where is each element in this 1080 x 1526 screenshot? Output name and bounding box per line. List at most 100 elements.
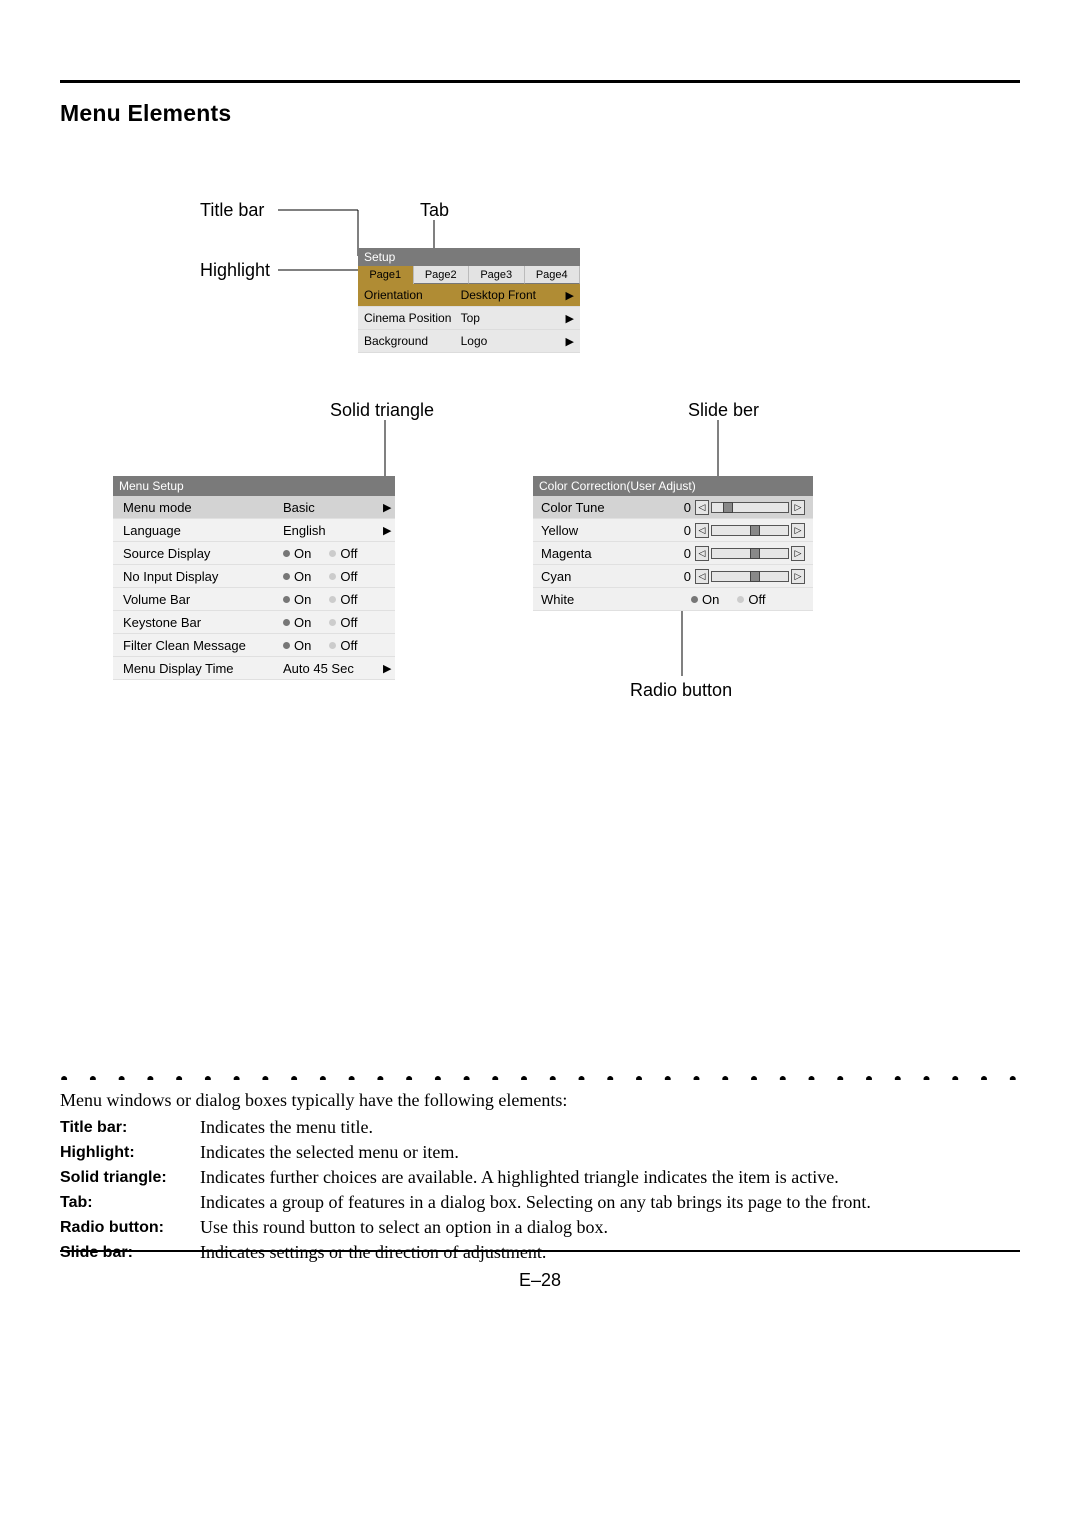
slider[interactable]: ◁▷ <box>695 546 805 561</box>
menu-setup-row[interactable]: Menu Display TimeAuto 45 Sec▶ <box>113 657 395 680</box>
slider-value: 0 <box>671 546 695 561</box>
description-def: Indicates a group of features in a dialo… <box>200 1190 1020 1215</box>
radio-off[interactable]: Off <box>329 615 357 630</box>
rule-top <box>60 80 1020 83</box>
radio-label: On <box>294 569 311 584</box>
callout-title-bar: Title bar <box>200 200 264 221</box>
menu-setup-row[interactable]: No Input DisplayOnOff <box>113 565 395 588</box>
radio-on[interactable]: On <box>283 615 311 630</box>
menu-setup-row[interactable]: LanguageEnglish▶ <box>113 519 395 542</box>
callout-solid-triangle: Solid triangle <box>330 400 434 421</box>
slider[interactable]: ◁▷ <box>695 523 805 538</box>
radio-label: Off <box>748 592 765 607</box>
radio-bullet <box>329 573 336 580</box>
description-row: Tab:Indicates a group of features in a d… <box>60 1190 1020 1215</box>
label: Magenta <box>541 546 671 561</box>
label: Background <box>364 334 461 348</box>
description-row: Radio button:Use this round button to se… <box>60 1215 1020 1240</box>
slider-right-icon[interactable]: ▷ <box>791 523 805 538</box>
color-correction-row[interactable]: Magenta0◁▷ <box>533 542 813 565</box>
radio-bullet <box>329 596 336 603</box>
slider[interactable]: ◁▷ <box>695 569 805 584</box>
label: Cinema Position <box>364 311 461 325</box>
radio-on[interactable]: On <box>283 638 311 653</box>
radio-on[interactable]: On <box>283 569 311 584</box>
label: Color Tune <box>541 500 671 515</box>
radio-label: Off <box>340 592 357 607</box>
radio-label: On <box>294 592 311 607</box>
color-correction-row[interactable]: Cyan0◁▷ <box>533 565 813 588</box>
callout-slide-bar: Slide ber <box>688 400 759 421</box>
triangle-icon: ▶ <box>383 524 391 537</box>
description-def: Indicates further choices are available.… <box>200 1165 1020 1190</box>
description-term: Slide bar: <box>60 1240 200 1265</box>
label: Cyan <box>541 569 671 584</box>
color-correction-row[interactable]: WhiteOnOff <box>533 588 813 611</box>
value: Logo <box>461 334 556 348</box>
triangle-icon: ▶ <box>556 289 574 302</box>
radio-bullet <box>329 619 336 626</box>
description-term: Solid triangle: <box>60 1165 200 1190</box>
color-correction-titlebar: Color Correction(User Adjust) <box>533 476 813 496</box>
menu-setup-row[interactable]: Volume Bar On Off <box>113 588 395 611</box>
label: Volume Bar <box>123 592 283 607</box>
slider-thumb[interactable] <box>750 548 760 559</box>
slider-left-icon[interactable]: ◁ <box>695 523 709 538</box>
slider[interactable]: ◁▷ <box>695 500 805 515</box>
menu-setup-row[interactable]: Menu modeBasic▶ <box>113 496 395 519</box>
radio-off[interactable]: Off <box>329 592 357 607</box>
setup-row-orientation[interactable]: Orientation Desktop Front ▶ <box>358 284 580 307</box>
label: Orientation <box>364 288 461 302</box>
radio-off[interactable]: Off <box>329 569 357 584</box>
radio-label: On <box>294 638 311 653</box>
description-term: Radio button: <box>60 1215 200 1240</box>
radio-on[interactable]: On <box>283 592 311 607</box>
radio-bullet <box>283 619 290 626</box>
slider-right-icon[interactable]: ▷ <box>791 546 805 561</box>
radio-on[interactable]: On <box>691 592 719 607</box>
radio-label: On <box>294 546 311 561</box>
radio-label: On <box>702 592 719 607</box>
radio-off[interactable]: Off <box>329 546 357 561</box>
triangle-icon: ▶ <box>556 312 574 325</box>
descriptions: Menu windows or dialog boxes typically h… <box>60 1088 1020 1265</box>
tab-page4[interactable]: Page4 <box>525 266 581 284</box>
menu-setup-row[interactable]: Source DisplayOnOff <box>113 542 395 565</box>
radio-off[interactable]: Off <box>737 592 765 607</box>
slider-track[interactable] <box>711 571 789 582</box>
label: Yellow <box>541 523 671 538</box>
slider-left-icon[interactable]: ◁ <box>695 546 709 561</box>
slider-track[interactable] <box>711 502 789 513</box>
tab-page1[interactable]: Page1 <box>358 266 414 284</box>
color-correction: Color Correction(User Adjust) Color Tune… <box>533 476 813 611</box>
radio-bullet <box>283 642 290 649</box>
radio-off[interactable]: Off <box>329 638 357 653</box>
radio-bullet <box>329 642 336 649</box>
slider-track[interactable] <box>711 548 789 559</box>
color-correction-row[interactable]: Color Tune0◁▷ <box>533 496 813 519</box>
setup-row-cinema[interactable]: Cinema Position Top ▶ <box>358 307 580 330</box>
slider-right-icon[interactable]: ▷ <box>791 569 805 584</box>
menu-setup-row[interactable]: Filter Clean MessageOnOff <box>113 634 395 657</box>
triangle-icon: ▶ <box>383 662 391 675</box>
radio-bullet <box>283 573 290 580</box>
slider-track[interactable] <box>711 525 789 536</box>
description-row: Title bar:Indicates the menu title. <box>60 1115 1020 1140</box>
callout-radio-button: Radio button <box>630 680 732 701</box>
radio-bullet <box>283 596 290 603</box>
menu-setup-row[interactable]: Keystone BarOnOff <box>113 611 395 634</box>
tab-page3[interactable]: Page3 <box>469 266 525 284</box>
slider-left-icon[interactable]: ◁ <box>695 569 709 584</box>
slider-thumb[interactable] <box>750 525 760 536</box>
setup-row-background[interactable]: Background Logo ▶ <box>358 330 580 353</box>
slider-thumb[interactable] <box>750 571 760 582</box>
tab-page2[interactable]: Page2 <box>414 266 470 284</box>
slider-right-icon[interactable]: ▷ <box>791 500 805 515</box>
slider-left-icon[interactable]: ◁ <box>695 500 709 515</box>
value: Basic <box>283 500 383 515</box>
callout-highlight: Highlight <box>200 260 270 281</box>
radio-on[interactable]: On <box>283 546 311 561</box>
color-correction-row[interactable]: Yellow0◁▷ <box>533 519 813 542</box>
slider-thumb[interactable] <box>723 502 733 513</box>
setup-menu-tabrow: Page1 Page2 Page3 Page4 <box>358 266 580 284</box>
